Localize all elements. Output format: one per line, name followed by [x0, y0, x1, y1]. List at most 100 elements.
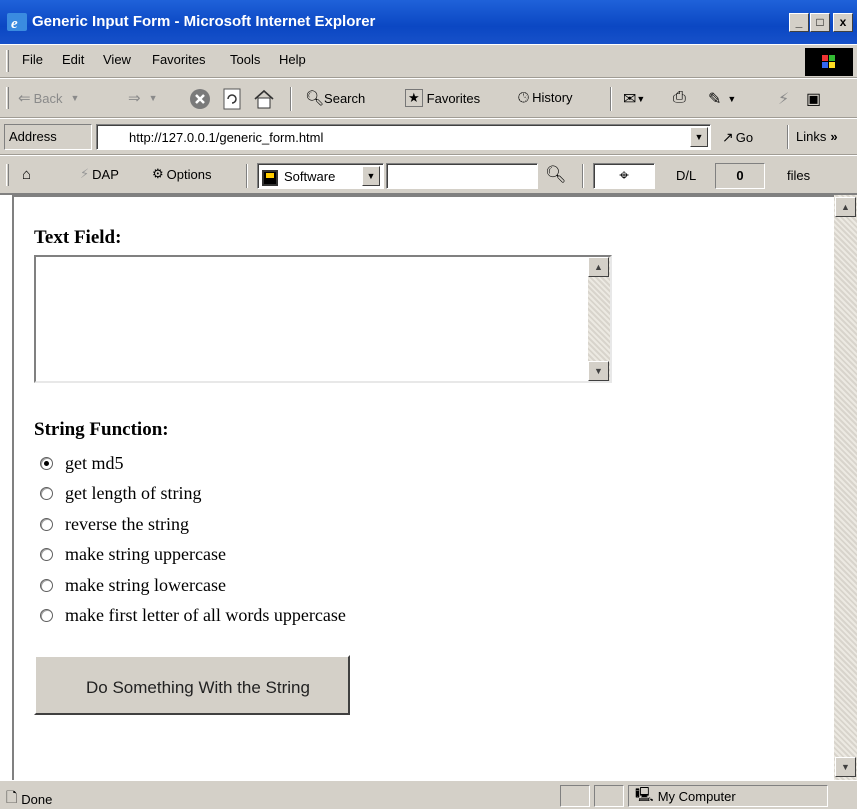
- back-arrow-icon: ⇐: [18, 90, 31, 107]
- mail-button[interactable]: ✉︎ ▼: [623, 89, 645, 109]
- lightning-icon: ⚡︎: [80, 166, 90, 181]
- page-scrollbar[interactable]: ▲ ▼: [834, 195, 857, 780]
- back-label: Back: [33, 90, 63, 106]
- zone-pane: 🖳 My Computer: [628, 785, 828, 807]
- address-input[interactable]: http://127.0.0.1/generic_form.html: [96, 124, 711, 150]
- search-label: Search: [324, 90, 366, 106]
- scroll-down-icon[interactable]: ▼: [835, 757, 856, 777]
- options-icon: ⚙︎: [152, 166, 164, 181]
- zone-text: My Computer: [657, 788, 736, 804]
- stop-icon[interactable]: [189, 88, 211, 110]
- radio-button[interactable]: [40, 487, 53, 500]
- toolbar-separator: [246, 164, 248, 188]
- radio-button[interactable]: [40, 609, 53, 622]
- radio-button[interactable]: [40, 517, 53, 531]
- print-icon[interactable]: ⎙: [673, 89, 686, 107]
- dap-label: DAP: [92, 166, 119, 182]
- title-bar: e Generic Input Form - Microsoft Interne…: [0, 0, 857, 44]
- do-something-button[interactable]: Do Something With the String: [34, 655, 350, 715]
- extra-toolbar: ⌂ ⚡︎ DAP ⚙︎ Options Software ▼ 🔍︎ ⌖ D/L …: [0, 155, 857, 195]
- menu-grip: [6, 50, 9, 72]
- history-label: History: [532, 90, 573, 105]
- go-label: Go: [735, 130, 754, 145]
- go-arrow-icon: ↗: [722, 129, 734, 145]
- dap-button[interactable]: ⚡︎ DAP: [80, 166, 119, 182]
- textarea-scrollbar[interactable]: ▲ ▼: [588, 257, 610, 381]
- maximize-button[interactable]: □: [810, 13, 830, 32]
- favorites-button[interactable]: ★ Favorites: [405, 89, 480, 107]
- textarea-scroll-up-icon[interactable]: ▲: [588, 257, 609, 277]
- radio-label: make string uppercase: [65, 544, 226, 564]
- menu-view[interactable]: View: [103, 52, 131, 67]
- standard-toolbar: ⇐ Back ▼ ⇒ ▼ 🔍︎ Search ★ Favorites 🕒︎ Hi…: [0, 78, 857, 118]
- textarea-scroll-down-icon[interactable]: ▼: [588, 361, 609, 381]
- status-text: Done: [21, 791, 53, 807]
- address-label: Address: [9, 129, 57, 144]
- toolbar-grip: [6, 87, 9, 109]
- options-button[interactable]: ⚙︎ Options: [152, 166, 211, 182]
- mail-icon: ✉︎: [623, 91, 637, 108]
- status-pane: [560, 785, 590, 807]
- close-button[interactable]: x: [833, 13, 853, 32]
- dl-graph-box[interactable]: ⌖: [593, 163, 655, 189]
- target-icon: ⌖: [619, 166, 629, 185]
- radio-option[interactable]: make first letter of all words uppercase: [40, 602, 346, 630]
- messenger-icon[interactable]: ▣: [806, 89, 821, 109]
- menu-tools[interactable]: Tools: [230, 52, 260, 67]
- my-computer-icon: 🖳: [635, 786, 654, 802]
- edit-button[interactable]: ✎ ▼: [708, 89, 736, 109]
- favorites-icon: ★: [405, 89, 423, 107]
- radio-option[interactable]: make string uppercase: [40, 541, 226, 569]
- refresh-icon[interactable]: [222, 88, 242, 110]
- status-bar: 🗋︎ Done 🖳 My Computer: [0, 780, 857, 809]
- dl-label: D/L: [676, 168, 697, 183]
- radio-label: reverse the string: [65, 513, 189, 534]
- back-button[interactable]: ⇐ Back ▼: [18, 89, 79, 107]
- menu-edit[interactable]: Edit: [62, 52, 84, 67]
- magnifier-icon[interactable]: 🔍︎: [545, 165, 567, 185]
- radio-option[interactable]: make string lowercase: [40, 571, 226, 599]
- links-button[interactable]: Links »: [796, 129, 838, 144]
- address-dropdown-icon[interactable]: ▼: [690, 127, 708, 147]
- history-button[interactable]: 🕒︎ History: [518, 89, 573, 106]
- text-field-label: Text Field:: [34, 227, 122, 248]
- menu-file[interactable]: File: [22, 52, 43, 67]
- radio-option[interactable]: reverse the string: [40, 510, 189, 538]
- radio-button[interactable]: [40, 548, 53, 561]
- mail-dropdown-icon[interactable]: ▼: [636, 94, 645, 104]
- search-button[interactable]: 🔍︎ Search: [305, 89, 365, 107]
- ie-logo-icon: e: [7, 13, 27, 32]
- status-text-area: 🗋︎ Done: [6, 787, 52, 811]
- dap-search-input[interactable]: [386, 163, 538, 189]
- radio-label: get length of string: [65, 483, 202, 503]
- address-url: http://127.0.0.1/generic_form.html: [129, 130, 324, 145]
- address-label-box: Address: [4, 124, 92, 150]
- radio-button[interactable]: [40, 456, 53, 470]
- text-field-textarea[interactable]: ▲ ▼: [34, 255, 612, 383]
- go-button[interactable]: ↗ Go: [722, 129, 753, 146]
- svg-text:e: e: [11, 16, 18, 32]
- menu-help[interactable]: Help: [279, 52, 306, 67]
- software-dropdown-icon[interactable]: ▼: [362, 166, 380, 186]
- history-icon: 🕒︎: [518, 89, 530, 105]
- radio-label: make string lowercase: [65, 574, 226, 595]
- radio-option[interactable]: get md5: [40, 449, 124, 477]
- dl-count-box: 0: [715, 163, 765, 189]
- forward-dropdown-icon[interactable]: ▼: [149, 93, 158, 103]
- chevron-right-icon: »: [830, 129, 838, 144]
- radio-option[interactable]: get length of string: [40, 480, 201, 508]
- address-bar: Address http://127.0.0.1/generic_form.ht…: [0, 118, 857, 155]
- edit-dropdown-icon[interactable]: ▼: [727, 94, 736, 104]
- toolbar-separator: [787, 125, 789, 149]
- back-dropdown-icon[interactable]: ▼: [70, 93, 79, 103]
- forward-button[interactable]: ⇒ ▼: [128, 89, 158, 107]
- page-done-icon: 🗋︎: [6, 789, 18, 805]
- dap-home-icon[interactable]: ⌂: [22, 166, 31, 183]
- save-disk-icon: [262, 170, 278, 186]
- menu-favorites[interactable]: Favorites: [152, 52, 205, 67]
- minimize-button[interactable]: _: [789, 13, 809, 32]
- discuss-icon[interactable]: ⚡︎: [778, 89, 789, 109]
- home-icon[interactable]: [253, 88, 275, 110]
- scroll-up-icon[interactable]: ▲: [835, 197, 856, 217]
- radio-button[interactable]: [40, 578, 53, 592]
